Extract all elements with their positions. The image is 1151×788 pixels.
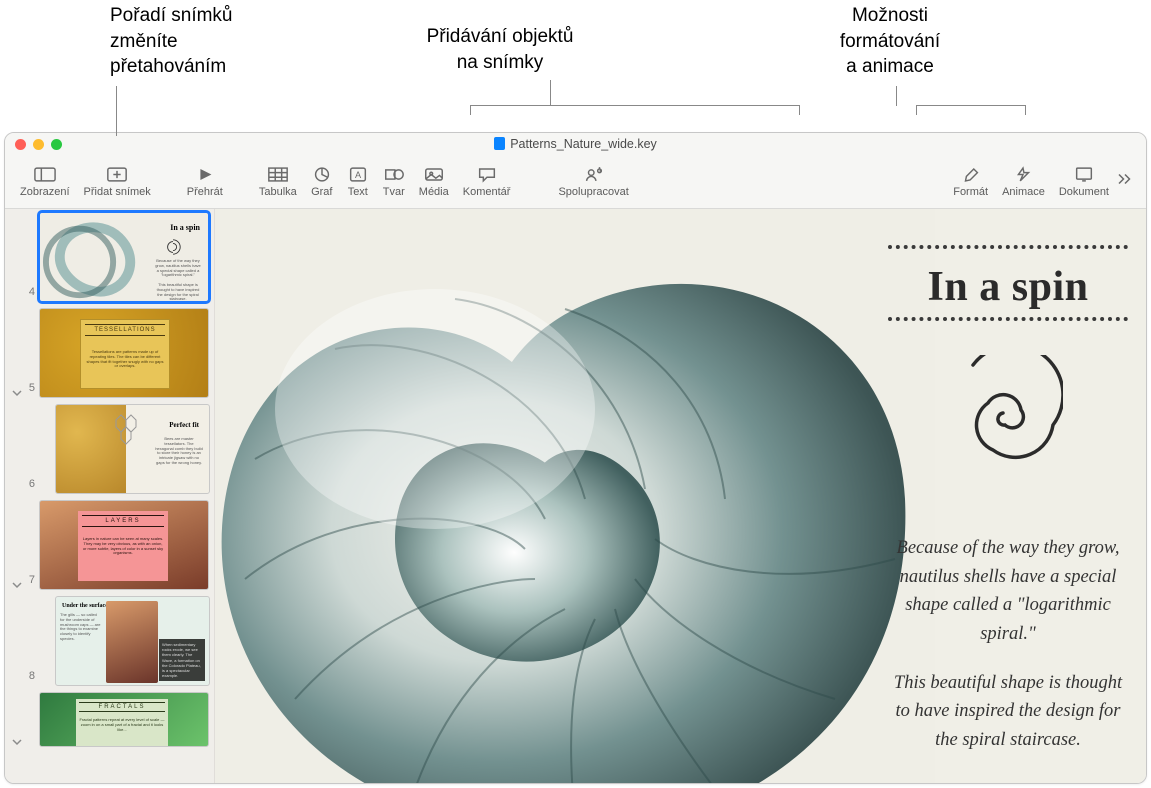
document-icon (1073, 166, 1095, 183)
table-button[interactable]: Tabulka (252, 166, 304, 198)
thumb-title: Perfect fit (169, 421, 199, 429)
play-label: Přehrát (187, 186, 223, 198)
callout-line (896, 86, 897, 106)
text-label: Text (348, 186, 368, 198)
chart-label: Graf (311, 186, 332, 198)
shape-icon (383, 166, 405, 183)
text-button[interactable]: A Text (340, 166, 376, 198)
spiral-icon (953, 355, 1063, 475)
slide-thumbnail-4[interactable]: In a spin Because of the way they grow, … (39, 212, 209, 302)
comment-icon (476, 166, 498, 183)
shape-label: Tvar (383, 186, 405, 198)
slide-thumbnail-7[interactable]: LAYERS Layers in nature can be seen at m… (39, 500, 209, 590)
thumb-title: Under the surface (62, 603, 108, 609)
divider-dotted (888, 245, 1128, 249)
chart-icon (311, 166, 333, 183)
callout-line (116, 86, 117, 136)
collaborate-icon (583, 166, 605, 183)
slide-thumb-row: 5 TESSELLATIONS Tessellations are patter… (7, 308, 212, 398)
media-button[interactable]: Média (412, 166, 456, 198)
toolbar-overflow-button[interactable] (1116, 172, 1138, 191)
svg-text:A: A (355, 170, 362, 180)
table-icon (267, 166, 289, 183)
format-label: Formát (953, 186, 988, 198)
callout-bracket (470, 105, 800, 115)
slide-number: 5 (25, 382, 35, 398)
chevron-down-icon (12, 737, 22, 747)
callout-format-animate: Možnostiformátovánía animace (790, 3, 990, 80)
keynote-window: Patterns_Nature_wide.key Zobrazení Přida… (4, 132, 1147, 784)
comment-label: Komentář (463, 186, 511, 198)
slide-thumbnail-5[interactable]: TESSELLATIONS Tessellations are patterns… (39, 308, 209, 398)
filename-label: Patterns_Nature_wide.key (510, 137, 657, 151)
slide-canvas[interactable]: In a spin Because of the way they grow, … (215, 209, 1146, 783)
disclosure-triangle[interactable] (11, 388, 23, 398)
text-icon: A (347, 166, 369, 183)
thumb-title: TESSELLATIONS (85, 324, 165, 336)
callout-drag-reorder: Pořadí snímkůzměnítepřetahováním (110, 3, 280, 80)
slide-navigator[interactable]: ▾ 4 In a spin Because of the way they gr… (5, 209, 215, 783)
thumb-title: LAYERS (82, 515, 164, 527)
toolbar: Zobrazení Přidat snímek Přehrát Tabulka … (5, 155, 1146, 209)
slide-thumb-row: · 8 Under the surface The gills — so cal… (7, 596, 212, 686)
chevron-down-icon (12, 580, 22, 590)
media-label: Média (419, 186, 449, 198)
slide-thumbnail-9[interactable]: FRACTALS Fractal patterns repeat at ever… (39, 692, 209, 747)
slide-number: 8 (25, 670, 35, 686)
view-label: Zobrazení (20, 186, 70, 198)
slide-thumb-row: · 6 Perfect fit Bees are master tessella… (7, 404, 212, 494)
window-titlebar: Patterns_Nature_wide.key (5, 133, 1146, 155)
media-icon (423, 166, 445, 183)
animate-button[interactable]: Animace (995, 166, 1052, 198)
shape-button[interactable]: Tvar (376, 166, 412, 198)
comment-button[interactable]: Komentář (456, 166, 518, 198)
window-body: ▾ 4 In a spin Because of the way they gr… (5, 209, 1146, 783)
view-icon (34, 166, 56, 183)
document-label: Dokument (1059, 186, 1109, 198)
slide-thumb-row: FRACTALS Fractal patterns repeat at ever… (7, 692, 212, 747)
callout-add-objects: Přidávání objektůna snímky (370, 24, 630, 75)
slide-thumbnail-8[interactable]: Under the surface The gills — so called … (55, 596, 210, 686)
callout-bracket (916, 105, 1026, 115)
divider-dotted (888, 317, 1128, 321)
slide-number: 7 (25, 574, 35, 590)
play-icon (194, 166, 216, 183)
disclosure-triangle[interactable] (11, 580, 23, 590)
keynote-file-icon (494, 137, 505, 150)
plus-rect-icon (106, 166, 128, 183)
collaborate-label: Spolupracovat (558, 186, 628, 198)
collaborate-button[interactable]: Spolupracovat (551, 166, 635, 198)
table-label: Tabulka (259, 186, 297, 198)
slide-thumb-row: 7 LAYERS Layers in nature can be seen at… (7, 500, 212, 590)
slide-number (25, 743, 35, 747)
nautilus-image (215, 209, 935, 783)
format-button[interactable]: Formát (946, 166, 995, 198)
slide-thumb-row: ▾ 4 In a spin Because of the way they gr… (7, 212, 212, 302)
chevron-down-icon (12, 388, 22, 398)
document-button[interactable]: Dokument (1052, 166, 1116, 198)
slide-text-block[interactable]: In a spin Because of the way they grow, … (888, 239, 1128, 755)
play-button[interactable]: Přehrát (180, 166, 230, 198)
annotation-layer: Pořadí snímkůzměnítepřetahováním Přidává… (0, 0, 1151, 132)
slide-thumbnail-6[interactable]: Perfect fit Bees are master tessellators… (55, 404, 210, 494)
add-slide-label: Přidat snímek (84, 186, 151, 198)
slide-number: 6 (25, 478, 35, 494)
slide-body-2: This beautiful shape is thought to have … (888, 669, 1128, 755)
animate-label: Animace (1002, 186, 1045, 198)
paintbrush-icon (960, 166, 982, 183)
chart-button[interactable]: Graf (304, 166, 340, 198)
slide-title: In a spin (888, 263, 1128, 311)
callout-line (550, 80, 551, 106)
chevron-double-right-icon (1116, 172, 1134, 186)
slide-body-1: Because of the way they grow, nautilus s… (888, 534, 1128, 649)
slide-number: 4 (25, 286, 35, 302)
thumb-title: In a spin (170, 223, 200, 232)
document-title: Patterns_Nature_wide.key (5, 137, 1146, 151)
thumb-title: FRACTALS (79, 702, 165, 712)
slide-content: In a spin Because of the way they grow, … (215, 209, 1146, 783)
add-slide-button[interactable]: Přidat snímek (77, 166, 158, 198)
view-button[interactable]: Zobrazení (13, 166, 77, 198)
disclosure-triangle[interactable] (11, 737, 23, 747)
animate-icon (1012, 166, 1034, 183)
